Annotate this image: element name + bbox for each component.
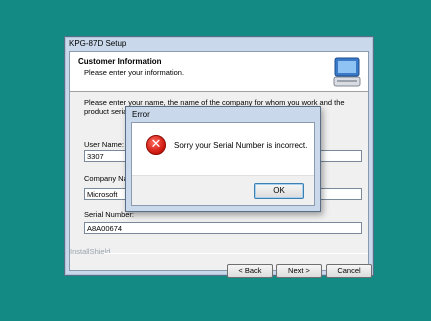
installshield-brand: InstallShield bbox=[70, 247, 111, 256]
page-subtitle: Please enter your information. bbox=[84, 68, 185, 77]
setup-window-title: KPG-87D Setup bbox=[69, 39, 127, 48]
page-title: Customer Information bbox=[78, 57, 162, 66]
next-button[interactable]: Next > bbox=[276, 264, 322, 278]
computer-setup-icon bbox=[333, 57, 361, 87]
error-dialog-body: ✕ Sorry your Serial Number is incorrect.… bbox=[131, 122, 315, 206]
user-name-label: User Name: bbox=[84, 140, 125, 149]
ok-button[interactable]: OK bbox=[254, 183, 304, 199]
cancel-button[interactable]: Cancel bbox=[326, 264, 372, 278]
error-x-icon: ✕ bbox=[146, 135, 166, 155]
error-dialog-footer: OK bbox=[132, 175, 314, 205]
divider bbox=[104, 253, 368, 254]
error-dialog-title: Error bbox=[132, 110, 150, 119]
error-message: Sorry your Serial Number is incorrect. bbox=[174, 141, 308, 150]
serial-number-input[interactable]: A8A00674 bbox=[84, 222, 362, 234]
setup-header: Customer Information Please enter your i… bbox=[70, 52, 368, 92]
back-button[interactable]: < Back bbox=[227, 264, 273, 278]
error-dialog: Error ✕ Sorry your Serial Number is inco… bbox=[125, 106, 321, 212]
